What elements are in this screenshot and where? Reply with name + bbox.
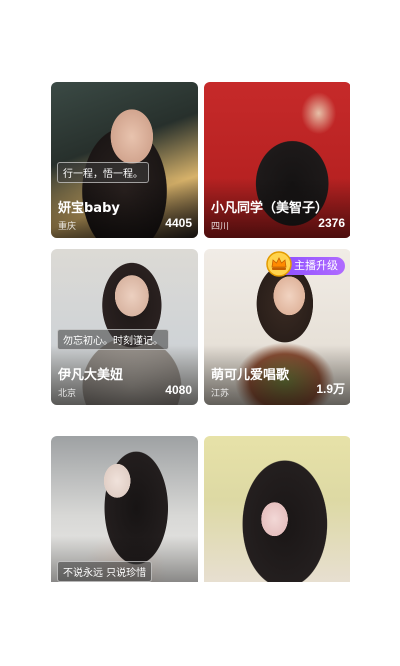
cover-photo: [204, 436, 350, 582]
crown-icon: [266, 251, 292, 277]
upgrade-badge: 主播升级: [266, 251, 345, 277]
streamer-city: 重庆: [58, 222, 77, 232]
tagline: 勿忘初心。时刻谨记。: [57, 329, 169, 350]
streamer-grid: 行一程，悟一程。 妍宝baby 重庆 4405 小凡同学（美智子） 四川 237…: [50, 82, 350, 582]
badge-label: 主播升级: [294, 259, 338, 272]
tagline: 行一程，悟一程。: [57, 162, 149, 183]
streamer-card[interactable]: [204, 436, 350, 582]
streamer-name: 妍宝baby: [58, 201, 120, 216]
streamer-city: 四川: [211, 222, 230, 232]
streamer-city: 北京: [58, 389, 77, 399]
streamer-card[interactable]: 不说永远 只说珍惜: [51, 436, 198, 582]
streamer-card[interactable]: 小凡同学（美智子） 四川 2376: [204, 82, 350, 238]
viewer-count: 2376: [318, 216, 345, 230]
viewer-count: 4080: [165, 383, 192, 397]
streamer-card[interactable]: 勿忘初心。时刻谨记。 伊凡大美妞 北京 4080: [51, 249, 198, 405]
streamer-city: 江苏: [211, 389, 230, 399]
tagline: 不说永远 只说珍惜: [57, 561, 153, 582]
viewer-count: 1.9万: [316, 382, 345, 396]
streamer-card[interactable]: 主播升级 萌可儿爱唱歌 江苏 1.9万: [204, 249, 350, 405]
streamer-name: 小凡同学（美智子）: [211, 201, 329, 216]
viewer-count: 4405: [165, 216, 192, 230]
streamer-name: 伊凡大美妞: [58, 368, 124, 383]
streamer-name: 萌可儿爱唱歌: [211, 368, 290, 383]
streamer-card[interactable]: 行一程，悟一程。 妍宝baby 重庆 4405: [51, 82, 198, 238]
